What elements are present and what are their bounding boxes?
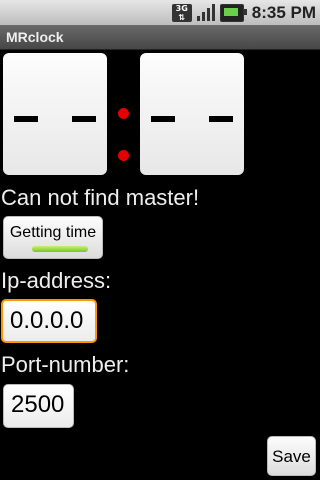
minutes-units-dash [209,116,233,122]
hours-panel [3,53,107,175]
minutes-tens-dash [151,116,175,122]
hours-units-dash [72,116,96,122]
hours-tens-dash [14,116,38,122]
network-3g-label: 3G [175,4,188,13]
progress-indicator [32,246,88,252]
signal-strength-icon [196,4,216,22]
colon-dot-bottom [118,150,129,161]
save-button[interactable]: Save [267,436,316,476]
getting-time-button[interactable]: Getting time [3,216,103,259]
minutes-panel [140,53,244,175]
status-message: Can not find master! [1,185,200,210]
port-number-label: Port-number: [1,352,130,377]
status-time: 8:35 PM [251,3,316,22]
app-title-bar: MRclock [0,25,320,50]
app-title: MRclock [6,29,64,45]
ip-address-input[interactable]: 0.0.0.0 [1,299,97,343]
colon-dot-top [118,108,129,119]
port-number-input[interactable]: 2500 [3,384,74,428]
status-icons: 3G ⇅ 8:35 PM [171,3,316,23]
save-button-label: Save [272,447,311,466]
ip-address-label: Ip-address: [1,268,112,293]
network-3g-icon: 3G ⇅ [171,4,192,22]
battery-charging-icon [219,4,247,22]
status-bar: 3G ⇅ 8:35 PM [0,0,320,25]
getting-time-label: Getting time [9,224,97,241]
